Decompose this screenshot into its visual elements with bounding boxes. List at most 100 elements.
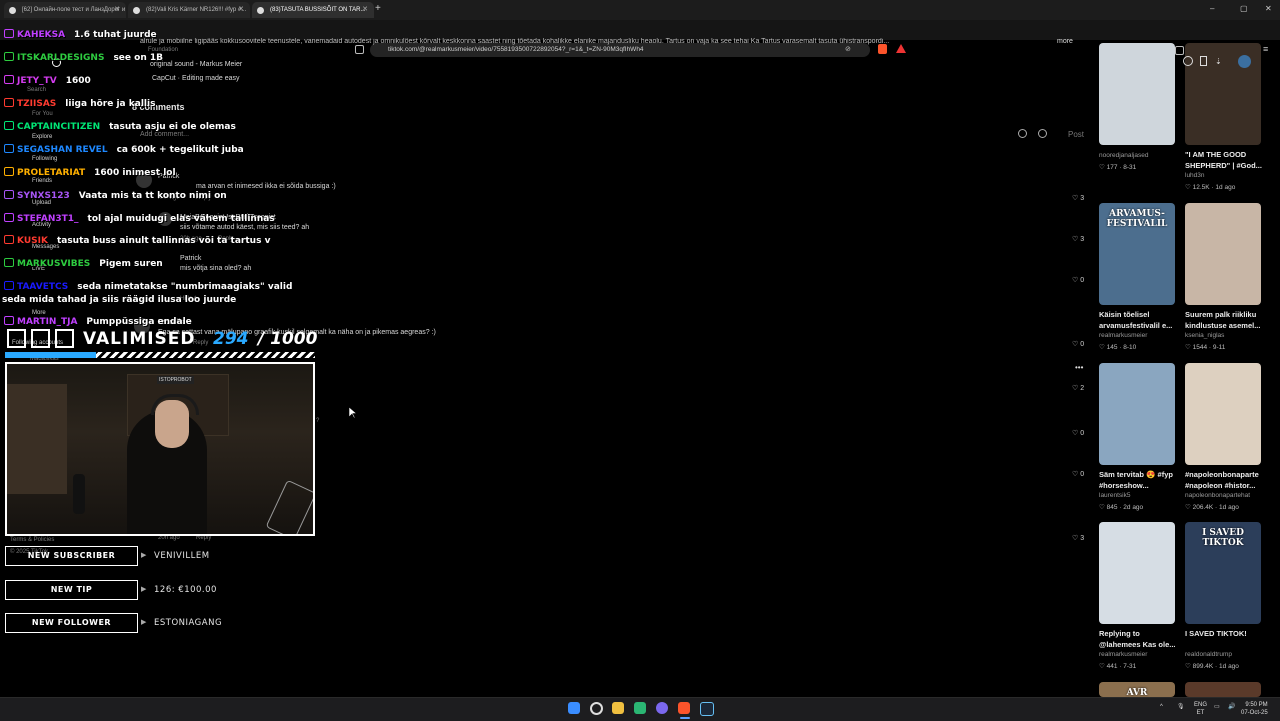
maximize-button[interactable]: ▢ [1240, 4, 1248, 13]
chat-message: seda mida tahad ja siis räägid ilusa loo… [2, 287, 236, 306]
download-icon[interactable]: ⇣ [1215, 57, 1222, 66]
chat-message: CAPTAINCITIZEN tasuta asju ei ole olemas [4, 114, 236, 133]
download-icon[interactable] [1175, 46, 1184, 55]
video-author[interactable]: realdonaldtrump [1185, 651, 1232, 658]
like-count[interactable]: ♡ 3 [1072, 534, 1084, 542]
video-thumbnail[interactable] [1099, 43, 1175, 145]
tray-chevron-icon[interactable]: ^ [1160, 704, 1163, 710]
chat-badge-icon [4, 316, 14, 325]
close-tab-icon[interactable]: ✕ [114, 2, 120, 18]
goal-icon-box [7, 329, 26, 348]
search-icon[interactable] [590, 702, 603, 715]
more-link[interactable]: more [1057, 38, 1073, 45]
video-author[interactable]: napoleonbonapartehat [1185, 492, 1250, 499]
chat-text: Vaata mis ta tt konto nimi on [78, 191, 227, 201]
like-count[interactable]: ♡ 0 [1072, 429, 1084, 437]
bookmark-icon[interactable] [355, 45, 364, 54]
discord-icon[interactable] [656, 702, 668, 714]
new-tip-label: NEW TIP [5, 580, 138, 600]
steam-icon[interactable] [700, 702, 714, 716]
microphone-tray-icon[interactable]: 🎙 [1177, 703, 1185, 710]
video-author[interactable]: nooredjanaljased [1099, 152, 1149, 159]
video-caption[interactable]: "I AM THE GOOD SHEPHERD" | #God... [1185, 149, 1267, 171]
browser-tab-active[interactable]: (83)TASUTA BUSSISÕIT ON TAR... ✕ [252, 2, 374, 18]
shelf-shape [7, 384, 67, 494]
menu-icon[interactable]: ≡ [1263, 44, 1268, 54]
chat-username: TZIISAS [17, 99, 57, 109]
rewards-icon[interactable] [896, 44, 906, 53]
video-thumbnail[interactable]: ARVAMUS-FESTIVALIL [1099, 203, 1175, 305]
url-text: tiktok.com/@realmarkusmeier/video/755819… [388, 46, 644, 53]
video-author[interactable]: luhd3n [1185, 172, 1205, 179]
video-author[interactable]: laurentsik5 [1099, 492, 1130, 499]
language-indicator[interactable]: ENG ET [1194, 701, 1207, 717]
video-thumbnail[interactable] [1185, 203, 1261, 305]
chat-message: TZIISAS liiga hõre ja kallis [4, 91, 155, 110]
avatar[interactable] [1238, 55, 1251, 68]
video-thumbnail[interactable] [1185, 363, 1261, 465]
goal-title: VALIMISED [83, 329, 196, 349]
video-thumbnail[interactable] [1099, 522, 1175, 624]
sticker-label: ISTOPROBOT [157, 376, 194, 384]
sound-link[interactable]: original sound - Markus Meier [150, 61, 242, 68]
like-number: 0 [1080, 277, 1085, 284]
video-caption[interactable]: Käisin tõelisel arvamusfestivalil e... [1099, 309, 1181, 331]
video-caption[interactable]: I SAVED TIKTOK! [1185, 628, 1267, 639]
close-tab-icon[interactable]: ✕ [238, 2, 244, 18]
video-author[interactable]: realmarkusmeier [1099, 332, 1147, 339]
tab-title: [62] Онлайн-поле тест и ЛанзДорог и [22, 7, 126, 13]
like-number: 0 [1080, 430, 1085, 437]
video-caption[interactable]: Säm tervitab 😍 #fyp #horseshow... [1099, 469, 1181, 491]
language-bottom: ET [1196, 710, 1205, 716]
video-caption[interactable]: Replying to @lahemees Kas ole... [1099, 628, 1181, 650]
video-thumbnail[interactable] [1099, 363, 1175, 465]
like-count[interactable]: ♡ 0 [1072, 340, 1084, 348]
like-count[interactable]: ♡ 0 [1072, 470, 1084, 478]
brave-shield-icon[interactable] [878, 44, 887, 54]
video-likes: 441 [1106, 663, 1118, 670]
goal-progress-fill [5, 352, 97, 358]
browser-tab[interactable]: [62] Онлайн-поле тест и ЛанзДорог и ✕ [4, 2, 126, 18]
video-thumbnail[interactable] [1185, 682, 1261, 697]
close-window-button[interactable]: ✕ [1265, 4, 1272, 13]
minimize-button[interactable]: – [1210, 4, 1214, 13]
more-options-icon[interactable]: ••• [1075, 363, 1083, 372]
emoji-icon[interactable] [1038, 129, 1047, 138]
network-icon[interactable]: ▭ [1214, 703, 1220, 710]
new-tab-button[interactable]: + [375, 3, 381, 14]
phone-icon[interactable] [1200, 56, 1207, 66]
chat-text: tasuta asju ei ole olemas [109, 122, 236, 132]
brave-browser-icon[interactable] [678, 702, 690, 714]
capcut-link[interactable]: CapCut · Editing made easy [152, 75, 240, 82]
mute-icon[interactable] [1183, 56, 1193, 66]
clock[interactable]: 9:50 PM 07-Oct-25 [1241, 701, 1268, 717]
video-stats: ♡ 1544 · 9-11 [1185, 344, 1226, 351]
video-author[interactable]: realmarkusmeier [1099, 651, 1147, 658]
terms-link[interactable]: Terms & Policies [10, 537, 54, 543]
video-caption[interactable]: #napoleonbonaparte #napoleon #histor... [1185, 469, 1267, 491]
like-count[interactable]: ♡ 3 [1072, 194, 1084, 202]
goal-separator: / [258, 329, 265, 349]
app-icon[interactable] [634, 702, 646, 714]
windows-start-icon[interactable] [568, 702, 580, 714]
post-button[interactable]: Post [1068, 130, 1084, 139]
like-count[interactable]: ♡ 0 [1072, 276, 1084, 284]
video-author[interactable]: ksenia_niglas [1185, 332, 1224, 339]
file-explorer-icon[interactable] [612, 702, 624, 714]
media-icon[interactable]: ⊘ [845, 45, 851, 53]
close-tab-icon[interactable]: ✕ [362, 2, 368, 18]
chat-badge-icon [4, 258, 14, 267]
video-thumbnail[interactable]: AVR [1099, 682, 1175, 697]
comment-user[interactable]: Patrick [180, 255, 201, 262]
url-field[interactable]: tiktok.com/@realmarkusmeier/video/755819… [370, 43, 870, 57]
video-caption[interactable]: Suurem palk riikliku kindlustuse asemel.… [1185, 309, 1267, 331]
volume-icon[interactable]: 🔊 [1228, 703, 1235, 710]
like-count[interactable]: ♡ 3 [1072, 235, 1084, 243]
video-thumbnail[interactable]: I SAVED TIKTOK [1185, 522, 1261, 624]
browser-tab[interactable]: (82)Vali Kris Kärner NR126!!! #fyp #... ✕ [128, 2, 250, 18]
new-follower-label: NEW FOLLOWER [5, 613, 138, 633]
mention-icon[interactable] [1018, 129, 1027, 138]
video-date: 1d ago [1219, 663, 1239, 670]
video-likes: 1544 [1192, 344, 1208, 351]
like-count[interactable]: ♡ 2 [1072, 384, 1084, 392]
